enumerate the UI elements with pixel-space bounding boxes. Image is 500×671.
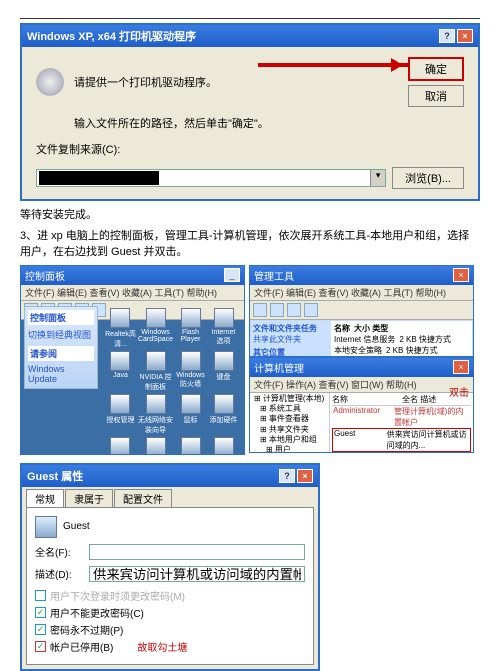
desc-label: 描述(D):	[35, 566, 83, 581]
user-icon	[35, 516, 57, 538]
cp-icon-grid: Realtek高清...Windows CardSpaceFlash Playe…	[103, 306, 241, 451]
tab-general[interactable]: 常规	[26, 489, 64, 507]
share-link[interactable]: 共享此文件夹	[253, 334, 329, 345]
help-icon[interactable]: ?	[439, 29, 455, 43]
see-also-hdr: 请参阅	[28, 346, 94, 361]
adm-item[interactable]: 本地安全策略2 KB 快捷方式	[333, 345, 470, 356]
cp-icon[interactable]: Flash Player	[175, 308, 206, 349]
cp-menu[interactable]: 文件(F) 编辑(E) 查看(V) 收藏(A) 工具(T) 帮助(H)	[21, 285, 244, 301]
tree-node[interactable]: ⊞ 系统工具	[252, 404, 327, 414]
help-icon[interactable]: ?	[279, 469, 295, 483]
titlebar: Windows XP, x64 打印机驱动程序 ? ×	[22, 25, 478, 47]
cp-side-hdr: 控制面板	[28, 310, 94, 325]
cp-icon[interactable]: Windows CardSpace	[138, 308, 173, 349]
user-row[interactable]: Guest供来宾访问计算机或访问域的内...	[332, 428, 471, 452]
wu-link[interactable]: Windows Update	[28, 363, 94, 385]
checkbox-disabled[interactable]: ✓	[35, 641, 46, 652]
control-panel-window: 控制面板 _ 文件(F) 编辑(E) 查看(V) 收藏(A) 工具(T) 帮助(…	[20, 265, 245, 455]
tree-node[interactable]: ⊞ 共享文件夹	[252, 425, 327, 435]
cp-icon[interactable]: 键盘	[208, 351, 239, 392]
tree-node[interactable]: ⊞ 事件查看器	[252, 414, 327, 424]
mgmt-tree[interactable]: ⊞ 计算机管理(本地)⊞ 系统工具⊞ 事件查看器⊞ 共享文件夹⊞ 本地用户和组⊞…	[250, 393, 330, 453]
admin-tools-window: 管理工具 × 文件(F) 编辑(E) 查看(V) 收藏(A) 工具(T) 帮助(H…	[249, 265, 474, 357]
guest-title: Guest 属性	[27, 468, 83, 484]
computer-mgmt-window: 计算机管理× 文件(F) 操作(A) 查看(V) 窗口(W) 帮助(H) 双击 …	[249, 357, 474, 453]
close-icon[interactable]: ×	[453, 268, 469, 282]
cp-sidebar: 控制面板 切换到经典视图 请参阅 Windows Update	[24, 306, 98, 389]
cp-icon[interactable]: Windows 防火墙	[175, 351, 206, 392]
min-icon[interactable]: _	[224, 268, 240, 282]
red-note: 故取勾土塘	[137, 639, 187, 654]
tab-profile[interactable]: 配置文件	[114, 489, 172, 507]
col-name: 名称	[332, 394, 402, 405]
col-desc: 全名 描述	[402, 394, 436, 405]
prompt-text: 请提供一个打印机驱动程序。	[74, 74, 217, 90]
other-hdr: 其它位置	[253, 347, 329, 357]
adm-menu[interactable]: 文件(F) 编辑(E) 查看(V) 收藏(A) 工具(T) 帮助(H)	[250, 285, 473, 301]
disk-icon	[36, 68, 64, 96]
step3-text: 3、进 xp 电脑上的控制面板，管理工具-计算机管理，依次展开系统工具-本地用户…	[20, 228, 480, 261]
guest-name: Guest	[63, 521, 90, 532]
close-icon[interactable]: ×	[457, 29, 473, 43]
close-icon[interactable]: ×	[297, 469, 313, 483]
fullname-input[interactable]	[89, 544, 305, 560]
path-combo[interactable]: ▾	[36, 169, 386, 187]
cp-icon[interactable]: NVIDIA 控制面板	[138, 351, 173, 392]
dbl-click-label: 双击	[449, 384, 469, 399]
ok-button[interactable]: 确定	[408, 57, 464, 81]
cp-icon[interactable]: 声音	[208, 437, 239, 455]
user-row[interactable]: Administrator管理计算机(域)的内置帐户	[332, 406, 471, 428]
cp-icon[interactable]: 无线网络安装向导	[138, 394, 173, 435]
checkbox[interactable]: ✓	[35, 624, 46, 635]
adm-item[interactable]: Internet 信息服务2 KB 快捷方式	[333, 334, 470, 345]
mgmt-list: 名称全名 描述 Administrator管理计算机(域)的内置帐户Guest供…	[330, 393, 473, 453]
user-row[interactable]: HelpAssistant远程桌面助手帐户 提供远程协助的帐户	[332, 452, 471, 453]
dialog-title: Windows XP, x64 打印机驱动程序	[27, 28, 196, 44]
cp-icon[interactable]: 添加硬件	[208, 394, 239, 435]
adm-title: 管理工具	[254, 268, 294, 283]
desc-input[interactable]	[89, 566, 305, 582]
switch-view-link[interactable]: 切换到经典视图	[28, 327, 94, 342]
cp-icon[interactable]: Realtek高清...	[105, 308, 136, 349]
driver-dialog: Windows XP, x64 打印机驱动程序 ? × 请提供一个打印机驱动程序…	[20, 23, 480, 201]
wait-text: 等待安装完成。	[20, 207, 480, 224]
cp-title: 控制面板	[25, 268, 65, 283]
cp-icon[interactable]: 鼠标	[175, 394, 206, 435]
tree-node[interactable]: ⊞ 计算机管理(本地)	[252, 394, 327, 404]
task-hdr: 文件和文件夹任务	[253, 323, 329, 334]
cp-icon[interactable]: 授权管理	[105, 394, 136, 435]
red-arrow	[258, 63, 408, 67]
cp-icon[interactable]: Internet 选项	[208, 308, 239, 349]
browse-button[interactable]: 浏览(B)...	[392, 167, 464, 189]
fullname-label: 全名(F):	[35, 544, 83, 559]
tree-node[interactable]: ⊞ 本地用户和组	[252, 435, 327, 445]
cp-icon[interactable]: 用户帐户	[138, 437, 173, 455]
cancel-button[interactable]: 取消	[408, 85, 464, 107]
cp-icon[interactable]: 显示	[105, 437, 136, 455]
mgmt-menu[interactable]: 文件(F) 操作(A) 查看(V) 窗口(W) 帮助(H)	[250, 377, 473, 393]
cp-icon[interactable]: 管理工具	[175, 437, 206, 455]
tab-member[interactable]: 隶属于	[65, 489, 113, 507]
close-icon[interactable]: ×	[453, 360, 469, 374]
instruction-text: 输入文件所在的路径，然后单击"确定"。	[74, 115, 464, 131]
source-label: 文件复制来源(C):	[36, 141, 464, 157]
checkbox[interactable]: ✓	[35, 607, 46, 618]
guest-properties-dialog: Guest 属性 ?× 常规 隶属于 配置文件 Guest 全名(F): 描述(…	[20, 463, 320, 671]
tree-node[interactable]: ⊞ 用户	[252, 445, 327, 452]
checkbox	[35, 590, 46, 601]
cp-icon[interactable]: Java	[105, 351, 136, 392]
mgmt-title: 计算机管理	[254, 360, 304, 375]
